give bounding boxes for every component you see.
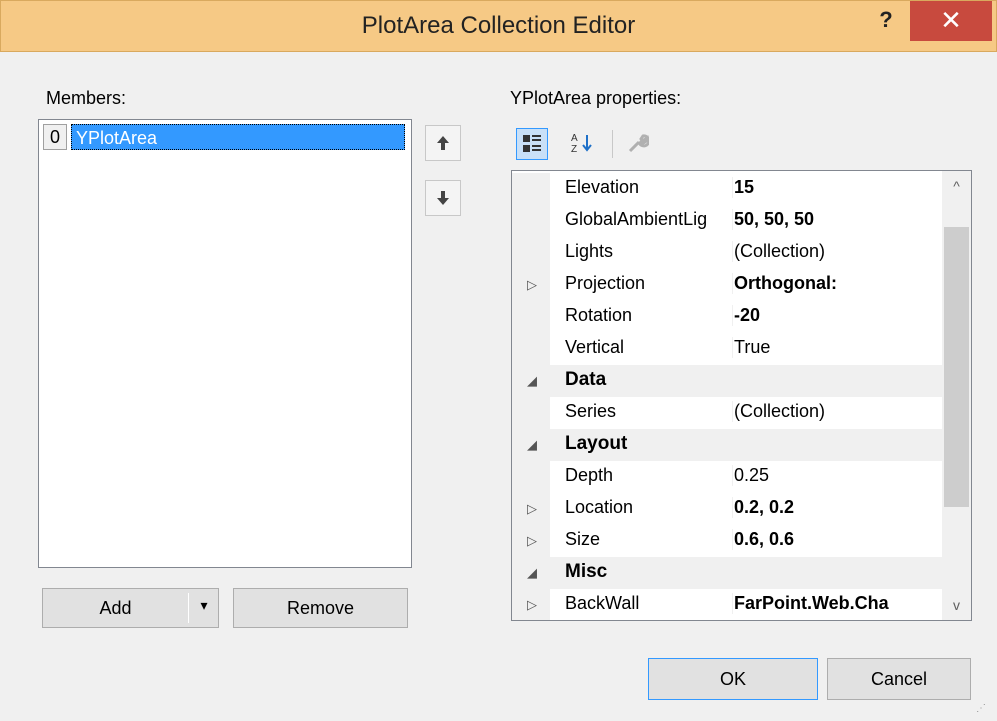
properties-label: YPlotArea properties: xyxy=(510,88,682,108)
category-row[interactable]: ◢ Data xyxy=(512,365,942,397)
resize-grip-icon[interactable]: ⋰ xyxy=(976,703,990,717)
arrow-down-icon xyxy=(436,190,450,210)
property-name: Size xyxy=(565,529,601,549)
remove-button[interactable]: Remove xyxy=(233,588,408,628)
toolbar-separator xyxy=(612,130,613,158)
collapse-icon[interactable]: ◢ xyxy=(522,435,542,455)
category-name: Layout xyxy=(565,433,628,454)
collapse-icon[interactable]: ◢ xyxy=(522,563,542,583)
property-value[interactable]: True xyxy=(732,337,942,358)
scroll-down-icon[interactable]: v xyxy=(942,592,971,618)
row-gutter xyxy=(512,205,550,237)
property-value[interactable]: (Collection) xyxy=(732,241,942,262)
property-row[interactable]: Lights (Collection) xyxy=(512,237,942,269)
property-value[interactable]: 0.2, 0.2 xyxy=(732,497,942,518)
property-name: Rotation xyxy=(565,305,633,325)
scroll-thumb[interactable] xyxy=(944,227,969,507)
expand-icon[interactable]: ▷ xyxy=(522,595,542,615)
alphabetical-button[interactable]: A Z xyxy=(566,128,598,160)
window-title: PlotArea Collection Editor xyxy=(361,12,636,39)
property-name: Series xyxy=(565,401,617,421)
property-name: GlobalAmbientLig xyxy=(565,209,708,229)
svg-text:A: A xyxy=(571,133,578,144)
member-name: YPlotArea xyxy=(71,124,405,150)
property-row[interactable]: ▷ BackWall FarPoint.Web.Cha xyxy=(512,589,942,620)
close-icon: ✕ xyxy=(940,5,962,35)
property-value[interactable]: 50, 50, 50 xyxy=(732,209,942,230)
members-list[interactable]: 0 YPlotArea xyxy=(38,119,412,568)
property-row[interactable]: Series (Collection) xyxy=(512,397,942,429)
property-name: Elevation xyxy=(565,177,640,197)
ok-button[interactable]: OK xyxy=(648,658,818,700)
members-label: Members: xyxy=(46,88,127,108)
category-name: Misc xyxy=(565,561,608,582)
scroll-up-icon[interactable]: ^ xyxy=(942,173,971,199)
add-button[interactable]: Add ▾ xyxy=(42,588,219,628)
property-value[interactable]: -20 xyxy=(732,305,942,326)
close-button[interactable]: ✕ xyxy=(910,1,992,41)
category-row[interactable]: ◢ Layout xyxy=(512,429,942,461)
property-value[interactable]: 15 xyxy=(732,177,942,198)
list-item[interactable]: 0 YPlotArea xyxy=(43,124,405,150)
property-row[interactable]: GlobalAmbientLig 50, 50, 50 xyxy=(512,205,942,237)
svg-text:Z: Z xyxy=(571,144,577,155)
property-row[interactable]: ▷ Size 0.6, 0.6 xyxy=(512,525,942,557)
categorized-button[interactable] xyxy=(516,128,548,160)
property-value[interactable]: 0.25 xyxy=(732,465,942,486)
property-name: Location xyxy=(565,497,634,517)
add-split-divider xyxy=(188,593,189,623)
property-value[interactable]: Orthogonal: xyxy=(732,273,942,294)
category-name: Data xyxy=(565,369,607,390)
property-grid[interactable]: Elevation 15 GlobalAmbientLig 50, 50, 50 Lig… xyxy=(511,170,972,621)
property-value[interactable]: FarPoint.Web.Cha xyxy=(732,593,942,614)
row-gutter xyxy=(512,301,550,333)
expand-icon[interactable]: ▷ xyxy=(522,499,542,519)
property-name: Depth xyxy=(565,465,614,485)
alphabetical-icon: A Z xyxy=(569,133,595,159)
property-name: Projection xyxy=(565,273,646,293)
property-value[interactable]: (Collection) xyxy=(732,401,942,422)
arrow-up-icon xyxy=(436,135,450,155)
property-row[interactable]: Elevation 15 xyxy=(512,173,942,205)
row-gutter xyxy=(512,333,550,365)
property-row[interactable]: ▷ Location 0.2, 0.2 xyxy=(512,493,942,525)
row-gutter xyxy=(512,237,550,269)
title-bar[interactable]: PlotArea Collection Editor ? ✕ xyxy=(0,0,997,52)
member-index: 0 xyxy=(43,124,67,150)
property-name: Vertical xyxy=(565,337,625,357)
property-value[interactable]: 0.6, 0.6 xyxy=(732,529,942,550)
expand-icon[interactable]: ▷ xyxy=(522,275,542,295)
help-button[interactable]: ? xyxy=(873,7,899,35)
property-row[interactable]: Rotation -20 xyxy=(512,301,942,333)
property-row[interactable]: Vertical True xyxy=(512,333,942,365)
move-up-button[interactable] xyxy=(425,125,461,161)
move-down-button[interactable] xyxy=(425,180,461,216)
row-gutter xyxy=(512,397,550,429)
wrench-icon xyxy=(627,134,651,158)
row-gutter xyxy=(512,173,550,205)
cancel-button[interactable]: Cancel xyxy=(827,658,971,700)
property-row[interactable]: Depth 0.25 xyxy=(512,461,942,493)
add-label: Add xyxy=(99,598,132,618)
expand-icon[interactable]: ▷ xyxy=(522,531,542,551)
property-pages-button[interactable] xyxy=(622,128,654,160)
property-row[interactable]: ▷ Projection Orthogonal: xyxy=(512,269,942,301)
categorized-icon xyxy=(521,135,543,159)
property-grid-scrollbar[interactable]: ^ v xyxy=(942,171,971,620)
collapse-icon[interactable]: ◢ xyxy=(522,371,542,391)
dropdown-arrow-icon[interactable]: ▾ xyxy=(193,597,215,614)
row-gutter xyxy=(512,461,550,493)
property-name: Lights xyxy=(565,241,614,261)
property-name: BackWall xyxy=(565,593,640,613)
category-row[interactable]: ◢ Misc xyxy=(512,557,942,589)
